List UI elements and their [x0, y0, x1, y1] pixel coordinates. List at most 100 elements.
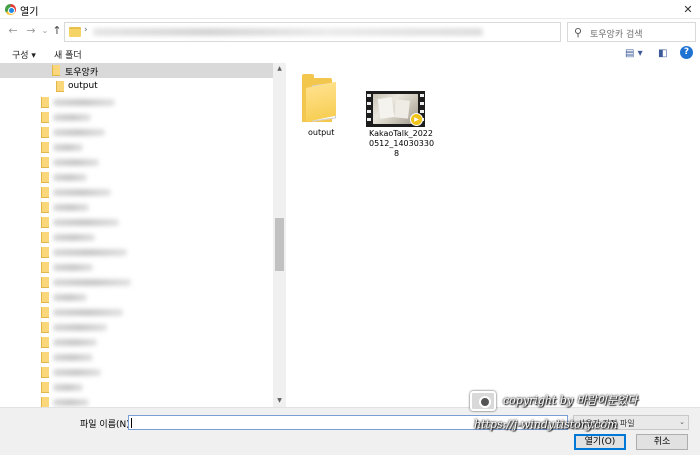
folder-icon: [41, 337, 49, 348]
navigation-pane[interactable]: 토우앙카 output: [0, 63, 273, 407]
up-button[interactable]: ↑: [50, 23, 64, 39]
tree-item[interactable]: [0, 320, 273, 335]
redacted-folder-name: [53, 294, 87, 301]
change-view-icon[interactable]: ▤ ▾: [625, 48, 643, 59]
redacted-folder-name: [53, 324, 107, 331]
tree-item[interactable]: [0, 290, 273, 305]
tree-item-output[interactable]: output: [0, 79, 273, 94]
folder-icon: [41, 307, 49, 318]
redacted-folder-name: [53, 309, 123, 316]
file-name-line: 8: [394, 149, 400, 158]
play-icon: ▶: [410, 113, 423, 126]
watermark: copyright by 바람이분었다 https://j-windy.tist…: [470, 388, 696, 450]
watermark-copyright: copyright by 바람이분었다: [503, 394, 638, 407]
redacted-folder-name: [53, 189, 111, 196]
folder-icon: [41, 157, 49, 168]
redacted-folder-name: [53, 384, 83, 391]
file-name-line: 0512_14030330: [369, 139, 435, 148]
folder-icon: [41, 172, 49, 183]
tree-item[interactable]: [0, 380, 273, 395]
redacted-folder-name: [53, 204, 89, 211]
redacted-folder-name: [53, 99, 115, 106]
folder-icon: [41, 397, 49, 407]
folder-icon: [41, 142, 49, 153]
tree-item[interactable]: [0, 260, 273, 275]
breadcrumb-path-blurred: [93, 28, 483, 36]
folder-icon: [41, 277, 49, 288]
breadcrumb-separator-icon[interactable]: ›: [84, 25, 88, 35]
tree-item[interactable]: [0, 395, 273, 407]
search-icon: ⚲: [574, 26, 583, 39]
back-button[interactable]: ←: [6, 23, 20, 39]
scrollbar-thumb[interactable]: [275, 218, 284, 271]
redacted-folder-name: [53, 339, 97, 346]
file-item-video[interactable]: ▶ KakaoTalk_2022 0512_14030330 8: [286, 63, 446, 173]
folder-icon: [41, 202, 49, 213]
redacted-folder-name: [53, 369, 101, 376]
new-folder-button[interactable]: 새 폴더: [54, 48, 82, 61]
tree-item[interactable]: [0, 200, 273, 215]
navigation-bar: ← → ⌄ ↑ › ⌄ ↻ ⚲ 토우앙카 검색: [0, 19, 700, 45]
redacted-folder-name: [53, 114, 91, 121]
tree-item[interactable]: [0, 305, 273, 320]
folder-icon: [41, 292, 49, 303]
folder-icon: [41, 382, 49, 393]
folder-icon: [41, 322, 49, 333]
file-list-pane[interactable]: output ▶ KakaoTalk_2022 0512_14030330 8: [286, 63, 700, 407]
tree-item[interactable]: [0, 365, 273, 380]
filename-label: 파일 이름(N):: [80, 420, 133, 430]
redacted-folder-name: [53, 129, 105, 136]
tree-item-selected[interactable]: 토우앙카: [0, 63, 273, 78]
tree-item[interactable]: [0, 215, 273, 230]
tree-item-label: 토우앙카: [65, 68, 99, 78]
tree-item[interactable]: [0, 155, 273, 170]
help-icon[interactable]: ?: [680, 46, 693, 59]
folder-icon: [41, 352, 49, 363]
preview-pane-icon[interactable]: ◧: [658, 48, 667, 59]
tree-item[interactable]: [0, 110, 273, 125]
window-title: 열기: [20, 7, 39, 18]
folder-icon: [56, 81, 64, 92]
tree-item[interactable]: [0, 125, 273, 140]
folder-icon: [41, 97, 49, 108]
folder-icon: [41, 247, 49, 258]
folder-icon: [69, 27, 81, 37]
file-name-line: KakaoTalk_2022: [369, 129, 433, 138]
watermark-url: https://j-windy.tistory.com: [474, 418, 618, 431]
tree-item[interactable]: [0, 335, 273, 350]
close-button[interactable]: ✕: [676, 0, 700, 19]
forward-button[interactable]: →: [24, 23, 38, 39]
title-bar: 열기 ✕: [0, 0, 700, 19]
tree-item[interactable]: [0, 275, 273, 290]
tree-item[interactable]: [0, 245, 273, 260]
search-input[interactable]: ⚲ 토우앙카 검색: [567, 22, 696, 42]
redacted-folder-name: [53, 234, 95, 241]
redacted-folder-name: [53, 159, 99, 166]
folder-icon: [41, 187, 49, 198]
tree-item[interactable]: [0, 170, 273, 185]
redacted-folder-name: [53, 249, 127, 256]
redacted-folder-name: [53, 279, 131, 286]
redacted-folder-name: [53, 399, 89, 406]
tree-item[interactable]: [0, 185, 273, 200]
folder-icon: [41, 232, 49, 243]
organize-button[interactable]: 구성 ▾: [12, 48, 36, 61]
navigation-scrollbar[interactable]: ▲ ▼: [273, 63, 286, 407]
redacted-folder-name: [53, 144, 83, 151]
folder-icon: [41, 262, 49, 273]
folder-icon: [41, 367, 49, 378]
address-bar[interactable]: › ⌄ ↻: [64, 22, 621, 42]
folder-icon: [41, 127, 49, 138]
tree-item[interactable]: [0, 230, 273, 245]
tree-item[interactable]: [0, 95, 273, 110]
scroll-up-icon[interactable]: ▲: [273, 63, 286, 75]
scroll-down-icon[interactable]: ▼: [273, 395, 286, 407]
folder-icon: [41, 112, 49, 123]
redacted-folder-name: [53, 354, 93, 361]
search-placeholder: 토우앙카 검색: [590, 30, 643, 40]
folder-icon: [41, 217, 49, 228]
tree-item[interactable]: [0, 140, 273, 155]
redacted-folder-name: [53, 264, 93, 271]
tree-item[interactable]: [0, 350, 273, 365]
redacted-folder-name: [53, 174, 87, 181]
